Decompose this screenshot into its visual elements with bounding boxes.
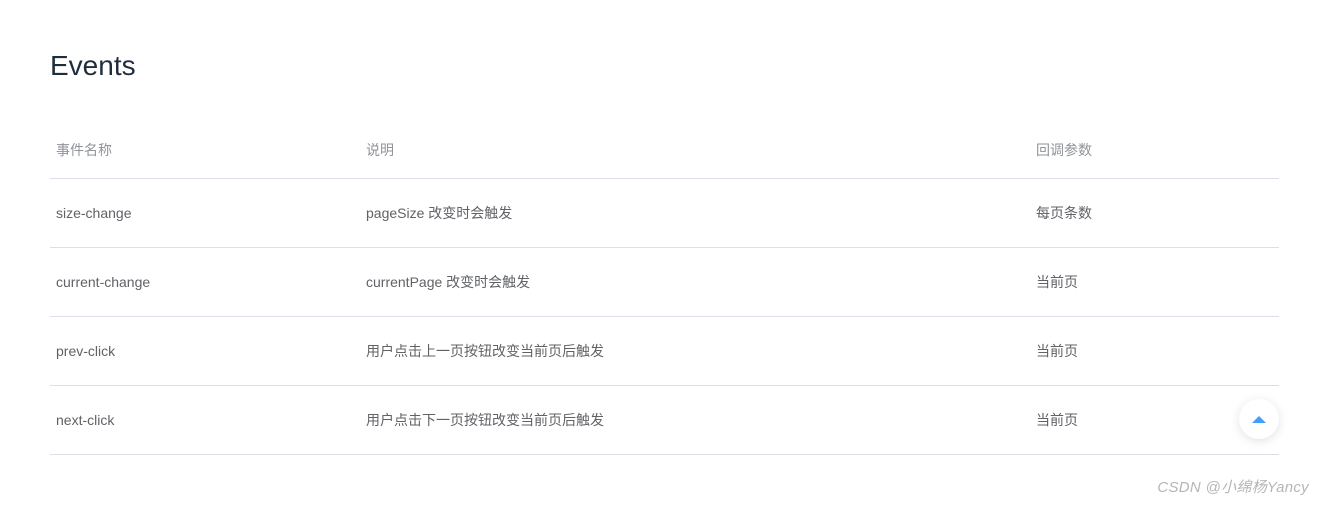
watermark-text: CSDN @小绵杨Yancy [1157,476,1309,497]
event-description-cell: 用户点击上一页按钮改变当前页后触发 [360,317,1030,386]
event-callback-cell: 当前页 [1030,248,1279,317]
section-title: Events [50,50,1279,82]
event-callback-cell: 每页条数 [1030,179,1279,248]
event-description-cell: 用户点击下一页按钮改变当前页后触发 [360,386,1030,455]
events-table: 事件名称 说明 回调参数 size-change pageSize 改变时会触发… [50,122,1279,455]
table-header-name: 事件名称 [50,122,360,179]
event-description-cell: currentPage 改变时会触发 [360,248,1030,317]
event-callback-cell: 当前页 [1030,317,1279,386]
table-row: current-change currentPage 改变时会触发 当前页 [50,248,1279,317]
event-name-cell: prev-click [50,317,360,386]
event-name-cell: size-change [50,179,360,248]
event-name-cell: next-click [50,386,360,455]
table-header-row: 事件名称 说明 回调参数 [50,122,1279,179]
caret-up-icon [1252,410,1266,428]
table-row: prev-click 用户点击上一页按钮改变当前页后触发 当前页 [50,317,1279,386]
event-name-cell: current-change [50,248,360,317]
table-header-callback: 回调参数 [1030,122,1279,179]
scroll-to-top-button[interactable] [1239,399,1279,439]
table-row: size-change pageSize 改变时会触发 每页条数 [50,179,1279,248]
events-section: Events 事件名称 说明 回调参数 size-change pageSize… [0,0,1329,455]
table-row: next-click 用户点击下一页按钮改变当前页后触发 当前页 [50,386,1279,455]
event-description-cell: pageSize 改变时会触发 [360,179,1030,248]
table-header-description: 说明 [360,122,1030,179]
